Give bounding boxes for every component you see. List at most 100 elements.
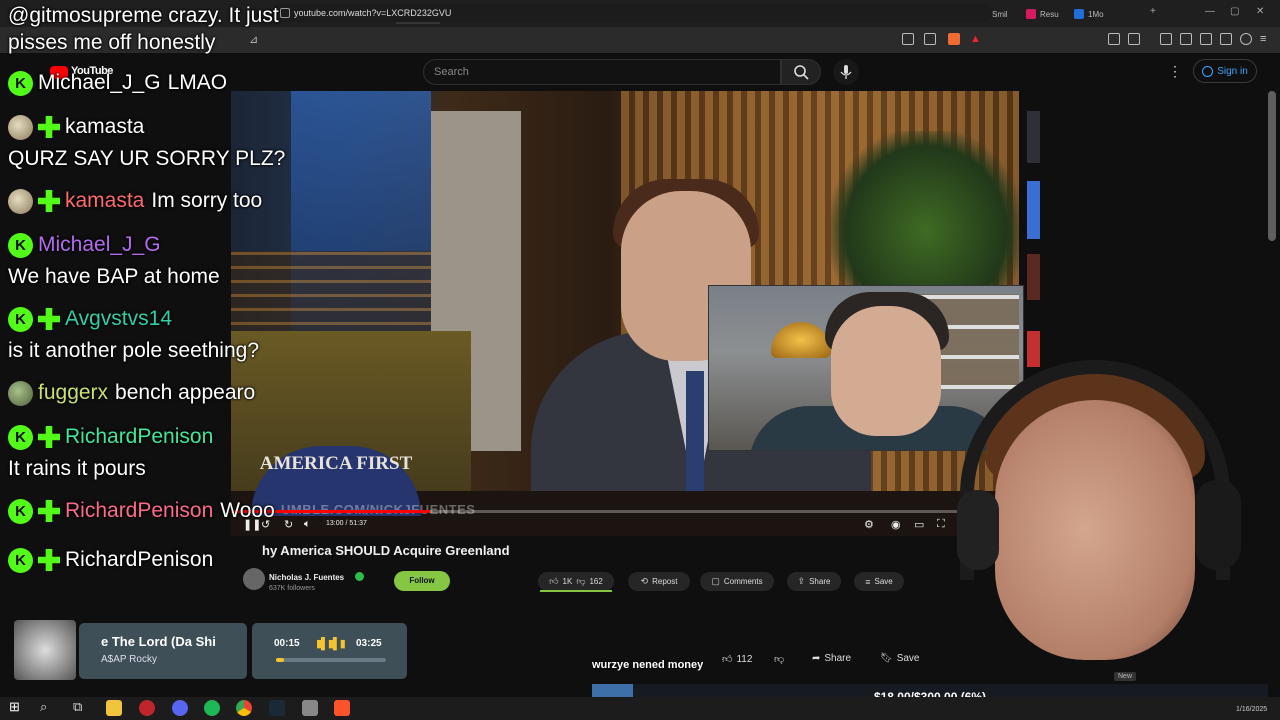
pip-scene <box>831 306 941 436</box>
task-view-icon[interactable]: ⧉ <box>73 699 82 715</box>
page-scrollbar[interactable] <box>1268 91 1276 241</box>
like-ratio-bar <box>540 590 612 592</box>
settings-icon[interactable]: ⚙ <box>864 518 874 531</box>
tab-label: Smil <box>992 9 1008 19</box>
new-tab-icon[interactable]: + <box>1150 6 1156 17</box>
like-dislike-group: 👍︎ 1K 👎︎ 162 <box>538 572 614 591</box>
follow-button[interactable]: Follow <box>394 571 450 591</box>
recommended-thumbnail[interactable] <box>1027 254 1040 300</box>
song-timer-card <box>252 623 407 679</box>
address-input[interactable]: youtube.com/watch?v=LXCRD232GVU <box>272 4 992 22</box>
below-like-button[interactable]: 👍︎ 112 <box>722 653 753 666</box>
rewards-icon[interactable]: ▲ <box>970 33 982 45</box>
maximize-icon[interactable]: ▢ <box>1230 6 1239 17</box>
below-share-label: Share <box>824 653 852 664</box>
chrome-icon[interactable] <box>236 700 252 716</box>
browser-tab[interactable]: 1Mo <box>1068 4 1112 24</box>
recommended-thumbnail[interactable] <box>1027 181 1040 239</box>
tab-favicon-icon <box>1074 9 1084 19</box>
menu-icon[interactable]: ≡ <box>1260 33 1272 45</box>
channel-avatar[interactable] <box>243 568 265 590</box>
search-icon[interactable]: ⌕ <box>40 699 47 715</box>
file-explorer-icon[interactable] <box>106 700 122 716</box>
close-window-icon[interactable]: ✕ <box>1256 6 1264 17</box>
autoplay-toggle-icon[interactable]: ◉ <box>891 518 901 531</box>
comments-button[interactable]: ▢ Comments <box>700 572 774 591</box>
emote-badge-icon <box>8 188 33 214</box>
obs-icon[interactable] <box>139 700 155 716</box>
below-dislike-button[interactable]: 👎︎ <box>774 653 784 665</box>
repost-button[interactable]: ⟲ Repost <box>628 572 690 591</box>
chat-message-text: LMAO <box>167 71 228 94</box>
extension-icon[interactable] <box>1108 33 1120 45</box>
gem-badge-icon <box>38 190 60 212</box>
voice-search-button[interactable] <box>833 59 859 85</box>
app-icon[interactable] <box>302 700 318 716</box>
thumbs-down-icon[interactable]: 👎︎ <box>576 576 585 587</box>
volume-icon[interactable]: 🔈︎ <box>304 518 311 531</box>
sign-in-button[interactable]: Sign in <box>1193 59 1257 83</box>
share-icon: ⇪ <box>797 576 806 586</box>
share-button[interactable]: ⇪ Share <box>787 572 841 591</box>
chat-username: Michael_J_G <box>38 71 161 94</box>
video-progress-bar[interactable] <box>231 510 1019 513</box>
chat-username: Avgvstvs14 <box>65 307 172 330</box>
below-like-count: 112 <box>736 653 753 665</box>
extension-icon[interactable] <box>1128 33 1140 45</box>
steam-icon[interactable] <box>269 700 285 716</box>
repost-icon: ⟲ <box>640 576 649 586</box>
chat-message-text: bench appearo <box>115 381 256 404</box>
kick-badge-icon: K <box>8 547 33 573</box>
chat-username: Michael_J_G <box>38 233 161 256</box>
gem-badge-icon <box>38 500 60 522</box>
share-icon: ➦ <box>812 653 821 664</box>
below-save-label: Save <box>896 653 920 664</box>
like-count[interactable]: 1K <box>563 577 573 586</box>
discord-icon[interactable] <box>172 700 188 716</box>
search-input[interactable]: Search <box>423 59 781 85</box>
chat-message: kamasta Im sorry too <box>8 184 262 218</box>
thumbs-up-icon[interactable]: 👍︎ <box>549 576 558 587</box>
song-duration: 03:25 <box>356 638 382 649</box>
url-text: youtube.com/watch?v=LXCRD232GVU <box>294 8 452 18</box>
save-button[interactable]: ≡ Save <box>854 572 904 591</box>
brave-icon[interactable] <box>334 700 350 716</box>
song-current-time: 00:15 <box>274 638 300 649</box>
browser-tab[interactable]: Resu <box>1020 4 1064 24</box>
recommended-thumbnail[interactable] <box>1027 111 1040 163</box>
below-share-button[interactable]: ➦ Share <box>812 653 851 664</box>
sidebar-icon[interactable] <box>1180 33 1192 45</box>
forward-icon[interactable]: ↻ <box>284 518 293 531</box>
wallet-icon[interactable] <box>1200 33 1212 45</box>
chat-message-text: is it another pole seething? <box>8 339 260 362</box>
theater-mode-icon[interactable]: ▭ <box>914 518 924 531</box>
thumbs-up-icon: 👍︎ <box>722 654 733 665</box>
chat-message: is it another pole seething? <box>8 334 259 368</box>
vpn-icon[interactable] <box>1240 33 1252 45</box>
song-progress-bar <box>276 658 386 662</box>
fullscreen-icon[interactable]: ⛶ <box>937 518 945 531</box>
player-controls: ❚❚ ↺ ↻ 🔈︎ 13:00 / 51:37 ⚙ ◉ ▭ ⛶ <box>231 514 1019 536</box>
brave-shield-icon[interactable] <box>948 33 960 45</box>
streamer-webcam <box>945 340 1280 690</box>
spotify-icon[interactable] <box>204 700 220 716</box>
downloads-icon[interactable] <box>1220 33 1232 45</box>
gem-badge-icon <box>38 116 60 138</box>
below-save-button[interactable]: 🔖︎ Save <box>880 653 920 664</box>
account-icon <box>1202 65 1214 77</box>
install-icon[interactable] <box>902 33 914 45</box>
chat-username: RichardPenison <box>65 499 214 522</box>
windows-start-icon[interactable]: ⊞ <box>9 699 20 715</box>
follower-count: 637K followers <box>269 585 315 592</box>
chat-message: K Michael_J_G LMAO <box>8 66 227 100</box>
media-icon[interactable] <box>1160 33 1172 45</box>
sign-in-label: Sign in <box>1217 65 1248 77</box>
minimize-icon[interactable]: — <box>1205 6 1215 17</box>
kick-badge-icon: K <box>8 232 33 258</box>
search-button[interactable] <box>781 59 821 85</box>
more-options-icon[interactable]: ⋮ <box>1168 63 1182 80</box>
dislike-count[interactable]: 162 <box>589 577 602 586</box>
channel-name[interactable]: Nicholas J. Fuentes <box>269 573 344 582</box>
share-page-icon[interactable] <box>924 33 936 45</box>
save-label: Save <box>874 577 893 586</box>
